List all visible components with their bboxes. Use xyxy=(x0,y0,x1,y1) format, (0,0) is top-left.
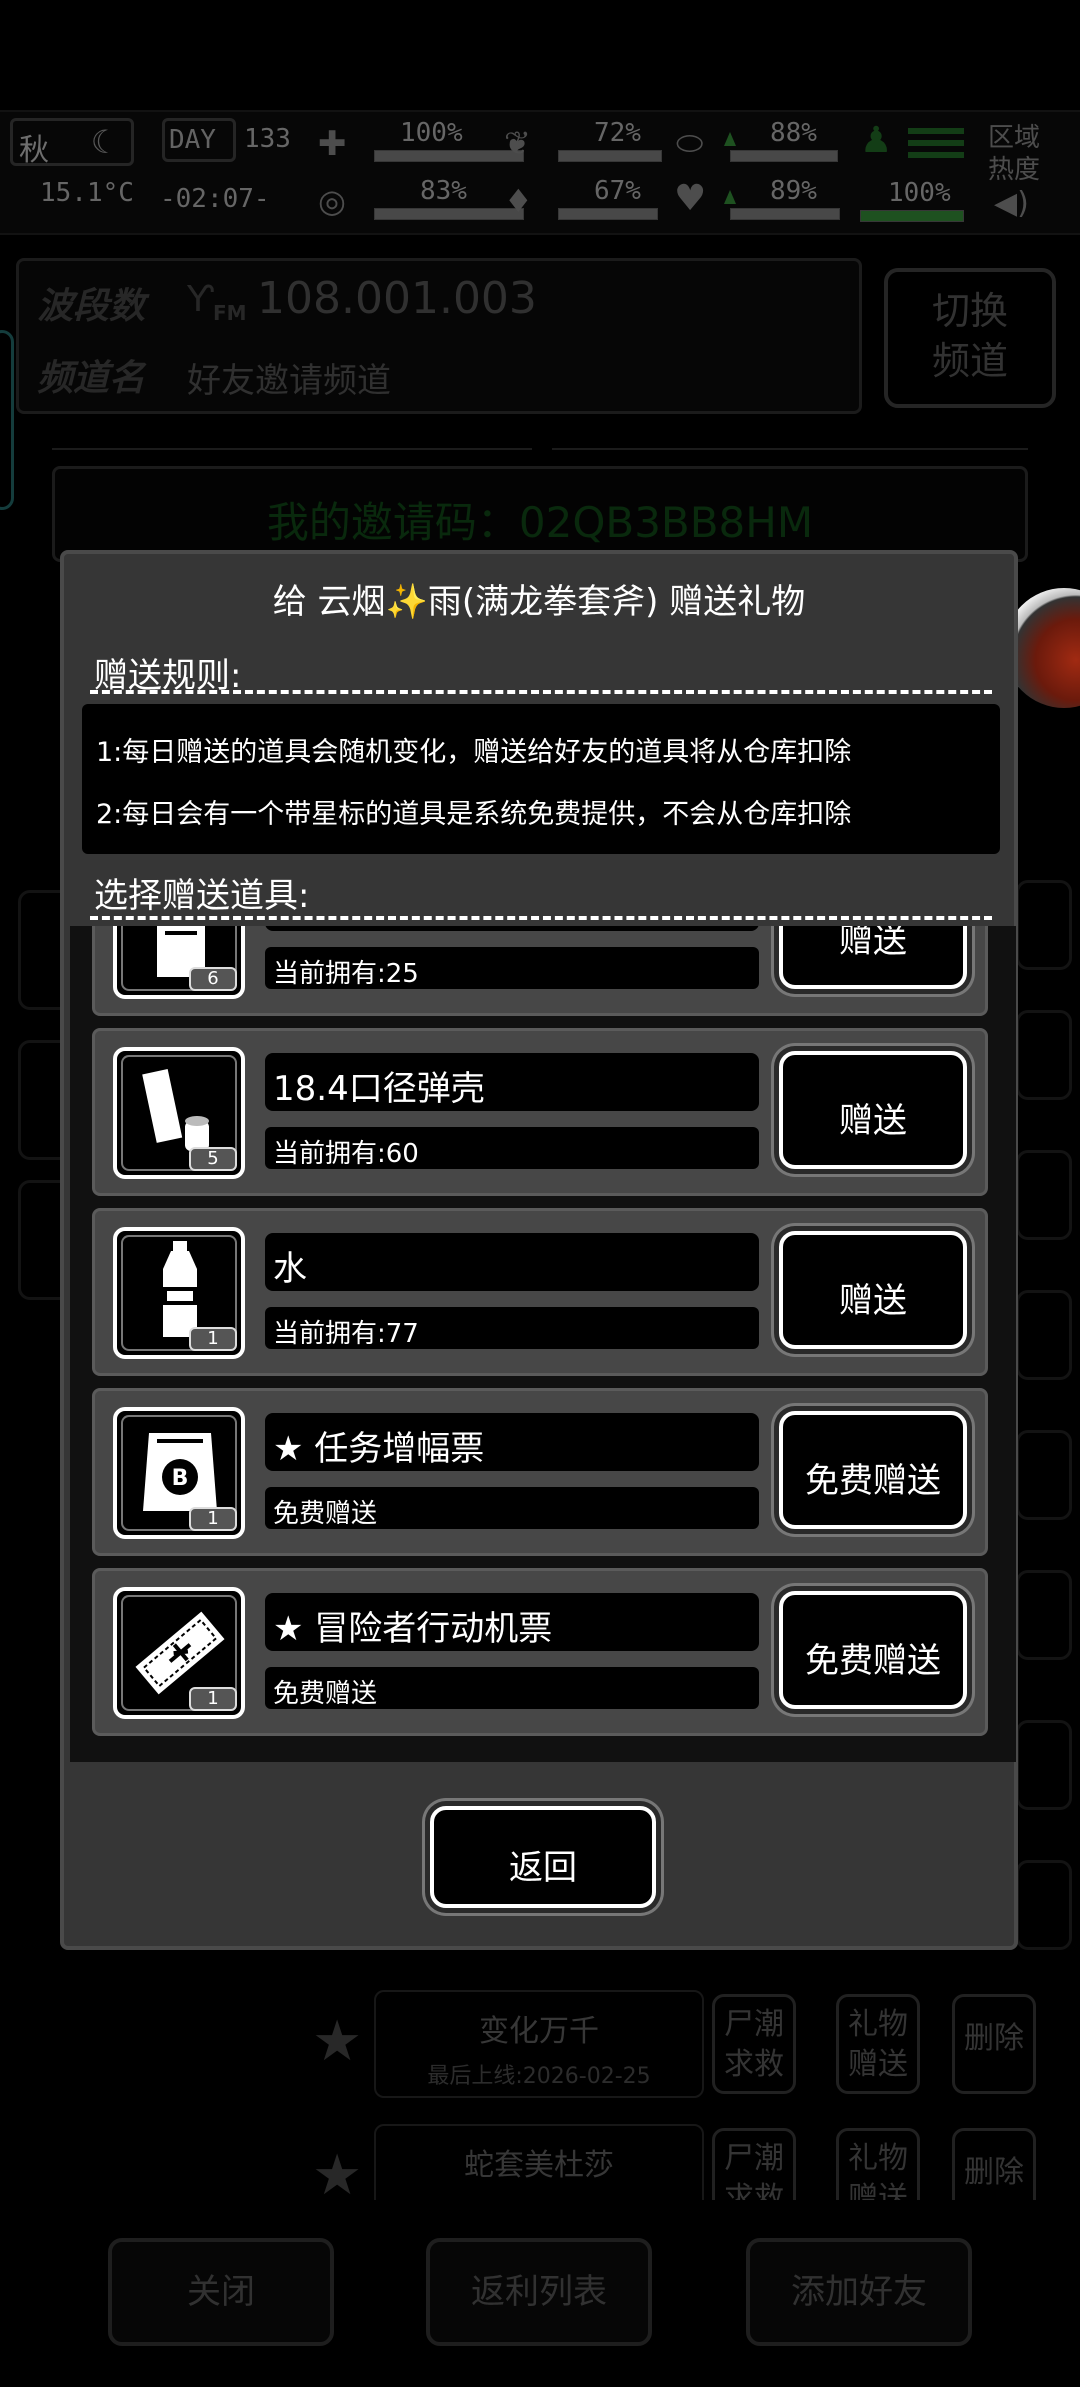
gift-item-button[interactable]: 赠送 xyxy=(779,1051,967,1169)
ticket-bag-icon: B xyxy=(143,1433,217,1511)
select-title: 选择赠送道具: xyxy=(94,876,310,916)
gift-item-card: 6 当前拥有:25 赠送 xyxy=(92,926,988,1016)
dashed-separator xyxy=(90,916,992,920)
svg-text:B: B xyxy=(172,1466,189,1491)
gift-item-button-label: 赠送 xyxy=(839,926,907,961)
item-count-badge: 1 xyxy=(189,1507,237,1531)
item-owned-text: 当前拥有:25 xyxy=(273,959,419,989)
item-name: 18.4口径弹壳 xyxy=(273,1069,485,1109)
item-icon-frame: B 1 xyxy=(113,1407,245,1539)
gift-modal: 给 云烟✨雨(满龙拳套斧) 赠送礼物 赠送规则: 1:每日赠送的道具会随机变化，… xyxy=(60,550,1018,1950)
item-count-badge: 5 xyxy=(189,1147,237,1171)
rule-line: 1:每日赠送的道具会随机变化，赠送给好友的道具将从仓库扣除 xyxy=(96,737,852,768)
item-owned-box: 当前拥有:77 xyxy=(265,1307,759,1349)
item-name-box: ★ 任务增幅票 xyxy=(265,1413,759,1471)
item-icon-frame: 1 xyxy=(113,1227,245,1359)
item-name-row: ★ 冒险者行动机票 xyxy=(273,1601,552,1650)
item-owned-text: 当前拥有:77 xyxy=(273,1319,419,1349)
back-button-label: 返回 xyxy=(509,1848,577,1888)
free-gift-item-button[interactable]: 免费赠送 xyxy=(779,1411,967,1529)
item-name-box: ★ 冒险者行动机票 xyxy=(265,1593,759,1651)
star-icon: ★ xyxy=(273,1609,315,1649)
item-name-box: 18.4口径弹壳 xyxy=(265,1053,759,1111)
item-name-box: 水 xyxy=(265,1233,759,1291)
gift-item-card: 1 ★ 冒险者行动机票 免费赠送 免费赠送 xyxy=(92,1568,988,1736)
gift-item-button-label: 赠送 xyxy=(839,1281,907,1321)
item-name: 任务增幅票 xyxy=(314,1429,485,1469)
item-owned-box: 当前拥有:25 xyxy=(265,947,759,989)
gift-item-card: 5 18.4口径弹壳 当前拥有:60 赠送 xyxy=(92,1028,988,1196)
gift-item-button-label: 免费赠送 xyxy=(805,1461,941,1501)
item-owned-text: 免费赠送 xyxy=(273,1679,378,1709)
item-count-badge: 1 xyxy=(189,1687,237,1711)
item-icon-frame: 6 xyxy=(113,926,245,999)
gift-item-button[interactable]: 赠送 xyxy=(779,926,967,989)
water-bottle-icon xyxy=(163,1241,197,1337)
item-name: 水 xyxy=(273,1249,307,1289)
gift-item-list[interactable]: 6 当前拥有:25 赠送 5 18.4口径弹壳 当前拥有:60 赠送 1 水 当… xyxy=(70,926,1016,1762)
item-count-badge: 6 xyxy=(189,967,237,991)
free-gift-item-button[interactable]: 免费赠送 xyxy=(779,1591,967,1709)
item-owned-box: 免费赠送 xyxy=(265,1487,759,1529)
gift-item-button[interactable]: 赠送 xyxy=(779,1231,967,1349)
item-icon-frame: 1 xyxy=(113,1587,245,1719)
item-name-box xyxy=(265,926,759,931)
star-icon: ★ xyxy=(273,1429,315,1469)
item-owned-text: 当前拥有:60 xyxy=(273,1139,419,1169)
gift-item-button-label: 免费赠送 xyxy=(805,1641,941,1681)
rules-box: 1:每日赠送的道具会随机变化，赠送给好友的道具将从仓库扣除 2:每日会有一个带星… xyxy=(82,704,1000,854)
rule-line: 2:每日会有一个带星标的道具是系统免费提供，不会从仓库扣除 xyxy=(96,799,852,830)
back-button[interactable]: 返回 xyxy=(430,1806,656,1908)
item-owned-box: 当前拥有:60 xyxy=(265,1127,759,1169)
item-owned-text: 免费赠送 xyxy=(273,1499,378,1529)
gift-item-button-label: 赠送 xyxy=(839,1101,907,1141)
modal-title: 给 云烟✨雨(满龙拳套斧) 赠送礼物 xyxy=(272,582,806,622)
gift-item-card: 1 水 当前拥有:77 赠送 xyxy=(92,1208,988,1376)
gift-item-card: B 1 ★ 任务增幅票 免费赠送 免费赠送 xyxy=(92,1388,988,1556)
item-count-badge: 1 xyxy=(189,1327,237,1351)
item-name: 冒险者行动机票 xyxy=(314,1609,553,1649)
item-icon-frame: 5 xyxy=(113,1047,245,1179)
item-owned-box: 免费赠送 xyxy=(265,1667,759,1709)
dashed-separator xyxy=(90,690,992,694)
item-name-row: ★ 任务增幅票 xyxy=(273,1421,484,1470)
